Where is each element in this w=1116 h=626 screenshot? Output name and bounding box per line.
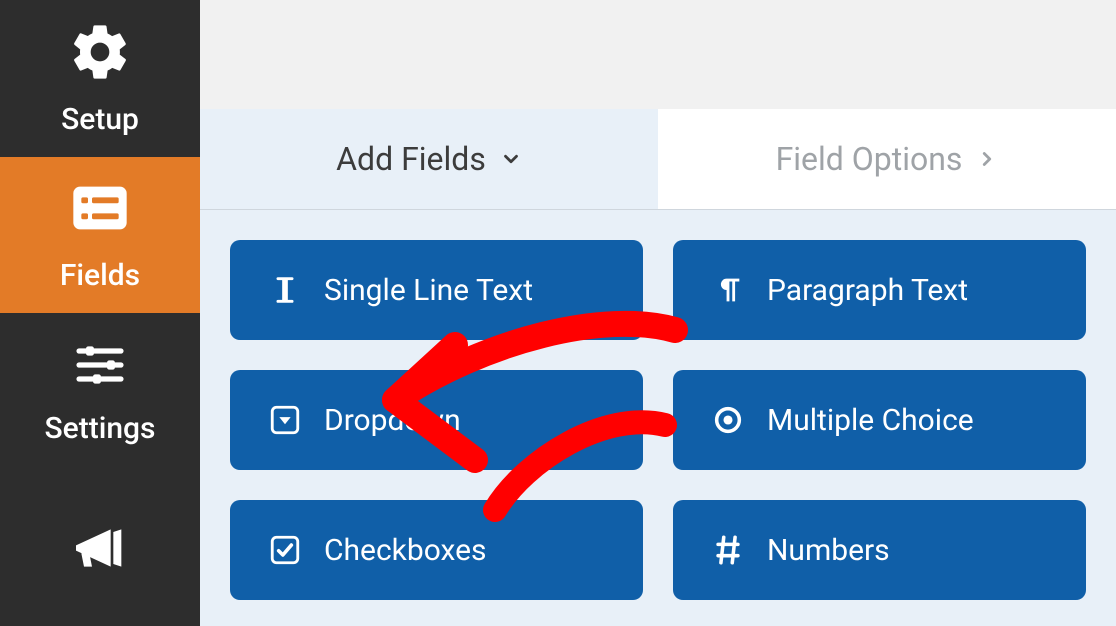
panel-tabs: Add Fields Field Options xyxy=(200,109,1116,210)
hash-icon xyxy=(711,533,745,567)
sidebar-item-marketing[interactable] xyxy=(0,470,200,626)
sidebar-item-settings[interactable]: Settings xyxy=(0,313,200,470)
header-blank xyxy=(200,0,1116,109)
tab-label: Add Fields xyxy=(336,140,486,178)
tab-field-options[interactable]: Field Options xyxy=(658,109,1116,209)
tab-add-fields[interactable]: Add Fields xyxy=(200,109,658,209)
field-button-label: Multiple Choice xyxy=(767,403,974,438)
main-area: Add Fields Field Options Single Line Tex… xyxy=(200,0,1116,626)
caret-square-down-icon xyxy=(268,403,302,437)
sidebar-item-label: Fields xyxy=(60,258,140,293)
list-icon xyxy=(68,176,132,240)
sidebar-item-label: Setup xyxy=(61,102,139,137)
bullhorn-icon xyxy=(68,516,132,580)
tab-label: Field Options xyxy=(776,140,963,178)
sidebar-item-fields[interactable]: Fields xyxy=(0,157,200,314)
field-button-checkboxes[interactable]: Checkboxes xyxy=(230,500,643,600)
checkbox-icon xyxy=(268,533,302,567)
field-button-label: Single Line Text xyxy=(324,273,533,308)
field-button-multiple-choice[interactable]: Multiple Choice xyxy=(673,370,1086,470)
field-button-single-line-text[interactable]: Single Line Text xyxy=(230,240,643,340)
sliders-icon xyxy=(72,337,128,393)
field-button-label: Dropdown xyxy=(324,403,461,438)
sidebar-item-label: Settings xyxy=(44,411,155,446)
fields-panel: Single Line Text Paragraph Text Dropdown… xyxy=(200,210,1116,626)
field-button-label: Checkboxes xyxy=(324,533,487,568)
field-button-numbers[interactable]: Numbers xyxy=(673,500,1086,600)
paragraph-icon xyxy=(711,273,745,307)
field-button-paragraph-text[interactable]: Paragraph Text xyxy=(673,240,1086,340)
sidebar-item-setup[interactable]: Setup xyxy=(0,0,200,157)
text-cursor-icon xyxy=(268,273,302,307)
gear-icon xyxy=(68,20,132,84)
chevron-down-icon xyxy=(500,148,522,170)
field-button-label: Numbers xyxy=(767,533,890,568)
field-button-label: Paragraph Text xyxy=(767,273,968,308)
chevron-right-icon xyxy=(976,148,998,170)
radio-icon xyxy=(711,403,745,437)
sidebar: Setup Fields Settings xyxy=(0,0,200,626)
field-button-dropdown[interactable]: Dropdown xyxy=(230,370,643,470)
